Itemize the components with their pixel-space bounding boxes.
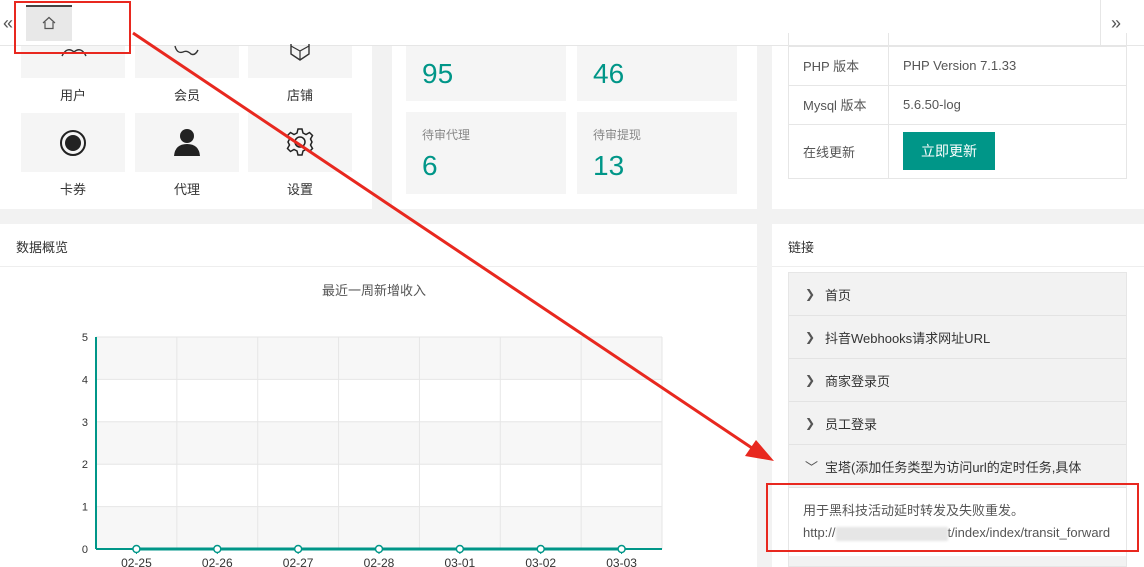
stat-card[interactable]: 46 xyxy=(577,46,737,101)
annotation-box-home-tab xyxy=(14,1,131,54)
grid-band xyxy=(96,379,662,422)
shortcuts-panel: 用户 会员 店铺 卡券 代理 设置 xyxy=(0,44,372,209)
link-item-home[interactable]: ❯ 首页 xyxy=(789,273,1126,316)
y-tick-label: 4 xyxy=(82,374,88,386)
system-info-table: PHP 版本 PHP Version 7.1.33 Mysql 版本 5.6.5… xyxy=(788,33,1127,179)
grid-band xyxy=(96,464,662,507)
update-now-button[interactable]: 立即更新 xyxy=(903,132,995,170)
data-point xyxy=(293,544,303,554)
stat-card[interactable]: 95 xyxy=(406,46,566,101)
chevron-right-icon: ❯ xyxy=(805,287,816,301)
stat-card[interactable]: 待审代理 6 xyxy=(406,112,566,194)
x-tick-label: 02-28 xyxy=(364,556,395,567)
shortcut-settings-label: 设置 xyxy=(286,182,313,197)
link-item-merchant-login[interactable]: ❯ 商家登录页 xyxy=(789,359,1126,402)
info-key: 在线更新 xyxy=(788,123,889,179)
income-line-chart: 0 1 2 3 4 5 02-25 02-26 02-27 02-28 03-01 03-02 03-0… xyxy=(82,332,663,567)
x-tick-label: 02-27 xyxy=(283,556,314,567)
shortcut-coupon-label: 卡券 xyxy=(59,182,86,197)
info-value: PHP Version 7.1.33 xyxy=(888,45,1127,86)
x-tick-label: 03-01 xyxy=(445,556,476,567)
stat-label: 待审提现 xyxy=(593,128,642,142)
chevron-right-icon: ❯ xyxy=(805,416,816,430)
grid-band xyxy=(96,421,662,465)
shortcut-member[interactable] xyxy=(135,45,239,78)
info-value: 5.6.50-log xyxy=(888,84,1127,125)
y-tick-label: 0 xyxy=(82,544,88,556)
shortcut-coupon[interactable] xyxy=(21,113,125,172)
link-label: 首页 xyxy=(825,287,852,303)
data-point xyxy=(132,544,141,554)
gear-icon xyxy=(286,128,314,156)
annotation-box-transit-url xyxy=(766,483,1139,552)
link-label: 商家登录页 xyxy=(825,373,891,389)
divider xyxy=(772,266,1144,267)
agent-icon xyxy=(174,129,200,156)
stat-value: 13 xyxy=(593,150,625,181)
shortcut-store[interactable] xyxy=(248,44,352,78)
stat-label: 待审代理 xyxy=(422,128,471,142)
link-label: 宝塔(添加任务类型为访问url的定时任务,具体 xyxy=(825,459,1082,475)
double-chevron-right-icon: » xyxy=(1110,12,1121,33)
link-item-baota[interactable]: ﹀ 宝塔(添加任务类型为访问url的定时任务,具体 xyxy=(789,445,1126,488)
table-row xyxy=(788,33,1127,47)
stat-card[interactable]: 待审提现 13 xyxy=(577,112,737,194)
shortcut-store-label: 店铺 xyxy=(286,88,313,103)
info-key: Mysql 版本 xyxy=(788,84,889,125)
table-row: Mysql 版本 5.6.50-log xyxy=(788,84,1127,125)
y-tick-label: 2 xyxy=(82,459,88,471)
shortcut-agent[interactable] xyxy=(135,113,239,172)
stat-value: 6 xyxy=(422,150,438,181)
x-tick-label: 02-25 xyxy=(121,556,152,567)
data-overview-panel: 数据概览 最近一周新增收入 0 1 2 3 4 5 02-25 02-26 02-27 02-28… xyxy=(0,224,757,567)
data-point xyxy=(213,544,222,554)
panel-title: 链接 xyxy=(788,240,815,255)
link-item-staff-login[interactable]: ❯ 员工登录 xyxy=(789,402,1126,445)
shortcut-agent-label: 代理 xyxy=(173,182,200,197)
chevron-down-icon: ﹀ xyxy=(805,459,819,475)
shortcut-users-label: 用户 xyxy=(59,88,86,103)
double-chevron-left-icon: « xyxy=(2,12,13,33)
y-tick-label: 5 xyxy=(82,332,88,344)
y-tick-label: 1 xyxy=(82,502,88,514)
shortcut-settings[interactable] xyxy=(248,113,352,172)
table-row: PHP 版本 PHP Version 7.1.33 xyxy=(788,45,1127,86)
data-point xyxy=(617,544,626,554)
chevron-right-icon: ❯ xyxy=(805,373,816,387)
coupon-icon xyxy=(60,130,86,156)
x-tick-label: 03-03 xyxy=(606,556,637,567)
link-label: 抖音Webhooks请求网址URL xyxy=(825,330,991,346)
stats-panel: 95 46 待审代理 6 待审提现 13 xyxy=(392,46,757,209)
member-icon xyxy=(174,45,199,56)
data-point xyxy=(455,544,465,554)
store-icon xyxy=(290,44,310,61)
y-tick-label: 3 xyxy=(82,417,88,429)
data-point xyxy=(374,544,384,554)
data-point xyxy=(536,544,545,554)
x-tick-label: 02-26 xyxy=(202,556,233,567)
shortcut-member-label: 会员 xyxy=(173,88,200,103)
link-item-webhooks[interactable]: ❯ 抖音Webhooks请求网址URL xyxy=(789,316,1126,359)
grid-band xyxy=(96,337,662,380)
link-label: 员工登录 xyxy=(825,416,878,432)
table-row: 在线更新 立即更新 xyxy=(788,123,1127,179)
info-key: PHP 版本 xyxy=(788,45,889,86)
x-tick-label: 03-02 xyxy=(525,556,556,567)
chevron-right-icon: ❯ xyxy=(805,330,816,344)
stat-value: 95 xyxy=(422,58,454,89)
stat-value: 46 xyxy=(593,58,625,89)
grid-band xyxy=(96,506,662,549)
